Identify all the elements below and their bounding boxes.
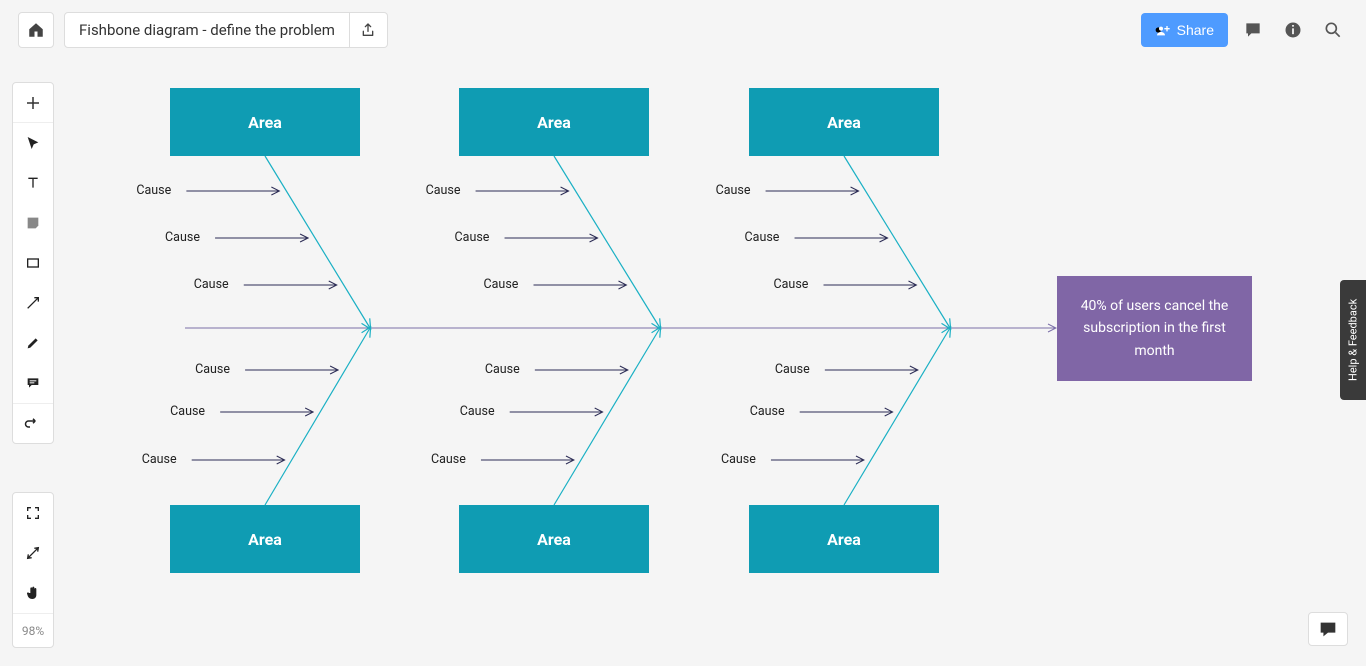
add-tool[interactable] <box>13 83 53 123</box>
cause-label[interactable]: Cause <box>455 230 490 245</box>
cause-label[interactable]: Cause <box>136 183 171 198</box>
cause-label[interactable]: Cause <box>774 277 809 292</box>
help-feedback-label: Help & Feedback <box>1347 299 1360 381</box>
text-tool[interactable] <box>13 163 53 203</box>
cause-label[interactable]: Cause <box>170 404 205 419</box>
cause-label[interactable]: Cause <box>745 230 780 245</box>
share-button-label: Share <box>1177 22 1214 38</box>
area-box-top[interactable]: Area <box>459 88 649 156</box>
shape-tool[interactable] <box>13 243 53 283</box>
fullscreen-button[interactable] <box>13 533 53 573</box>
info-button[interactable] <box>1278 15 1308 45</box>
tools-toolbar <box>12 82 54 444</box>
pen-tool[interactable] <box>13 323 53 363</box>
cause-label[interactable]: Cause <box>165 230 200 245</box>
cause-label[interactable]: Cause <box>426 183 461 198</box>
zoom-percent-text: 98% <box>22 624 44 638</box>
share-button[interactable]: Share <box>1141 13 1228 47</box>
cause-label[interactable]: Cause <box>484 277 519 292</box>
search-button[interactable] <box>1318 15 1348 45</box>
fit-screen-button[interactable] <box>13 493 53 533</box>
chat-bubble-button[interactable] <box>1308 612 1348 646</box>
problem-box[interactable]: 40% of users cancel the subscription in … <box>1057 276 1252 381</box>
export-button[interactable] <box>350 12 388 48</box>
area-box-bottom[interactable]: Area <box>170 505 360 573</box>
comments-button[interactable] <box>1238 15 1268 45</box>
comment-tool[interactable] <box>13 363 53 403</box>
cause-label[interactable]: Cause <box>195 362 230 377</box>
area-box-bottom[interactable]: Area <box>459 505 649 573</box>
sticky-note-tool[interactable] <box>13 203 53 243</box>
cause-label[interactable]: Cause <box>194 277 229 292</box>
undo-button[interactable] <box>13 403 53 443</box>
cause-label[interactable]: Cause <box>750 404 785 419</box>
cursor-tool[interactable] <box>13 123 53 163</box>
cause-label[interactable]: Cause <box>716 183 751 198</box>
zoom-percent[interactable]: 98% <box>13 613 53 647</box>
home-button[interactable] <box>18 12 54 48</box>
area-box-top[interactable]: Area <box>749 88 939 156</box>
pan-tool[interactable] <box>13 573 53 613</box>
area-box-top[interactable]: Area <box>170 88 360 156</box>
help-feedback-tab[interactable]: Help & Feedback <box>1340 280 1366 400</box>
cause-label[interactable]: Cause <box>142 452 177 467</box>
view-toolbar: 98% <box>12 492 54 648</box>
document-title-text: Fishbone diagram - define the problem <box>79 21 335 39</box>
cause-label[interactable]: Cause <box>485 362 520 377</box>
cause-label[interactable]: Cause <box>775 362 810 377</box>
arrow-tool[interactable] <box>13 283 53 323</box>
document-title[interactable]: Fishbone diagram - define the problem <box>64 12 350 48</box>
cause-label[interactable]: Cause <box>460 404 495 419</box>
area-box-bottom[interactable]: Area <box>749 505 939 573</box>
cause-label[interactable]: Cause <box>431 452 466 467</box>
cause-label[interactable]: Cause <box>721 452 756 467</box>
